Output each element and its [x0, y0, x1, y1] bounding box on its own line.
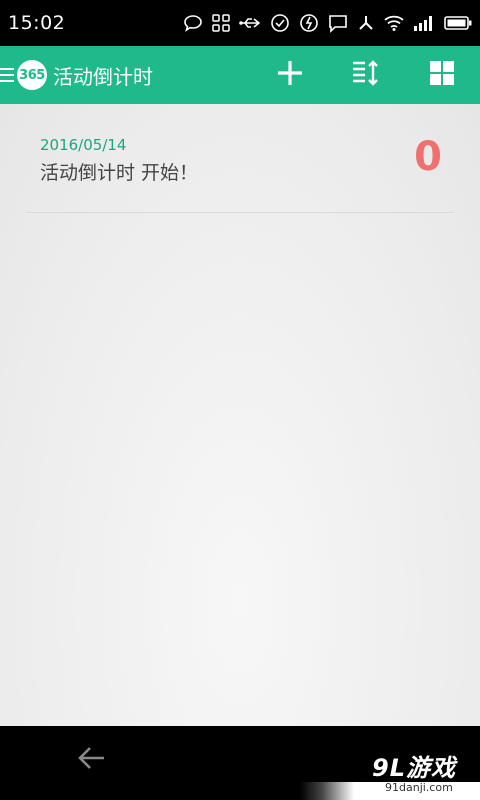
chat-bubble-icon	[183, 13, 203, 33]
app-logo: 365	[17, 60, 47, 90]
list-item[interactable]: 2016/05/14 活动倒计时 开始！ 0	[26, 104, 454, 213]
status-bar: 15:02	[0, 0, 480, 46]
signal-icon	[413, 15, 435, 31]
event-date: 2016/05/14	[40, 136, 127, 154]
app-title: 活动倒计时	[53, 64, 153, 89]
back-button[interactable]	[72, 740, 112, 776]
status-time: 15:02	[8, 12, 66, 34]
sort-icon	[352, 60, 380, 90]
message-icon	[328, 13, 348, 33]
watermark-logo: 9L游戏	[372, 754, 456, 782]
app-bar: 365 活动倒计时	[0, 46, 480, 104]
event-days-count: 0	[414, 134, 442, 180]
share-icon	[357, 14, 375, 32]
app-bar-actions	[252, 46, 480, 104]
event-name: 活动倒计时 开始！	[40, 162, 199, 184]
menu-icon[interactable]	[0, 68, 14, 82]
check-circle-icon	[270, 13, 290, 33]
grid-view-button[interactable]	[404, 46, 480, 104]
grid-view-icon	[429, 60, 455, 90]
battery-icon	[444, 15, 472, 31]
nav-bar: 9L游戏 91danji.com	[0, 726, 480, 800]
add-button[interactable]	[252, 46, 328, 104]
back-arrow-icon	[72, 747, 112, 780]
sort-button[interactable]	[328, 46, 404, 104]
wifi-icon	[384, 15, 404, 31]
apps-grid-icon	[212, 14, 230, 32]
status-icons	[183, 13, 472, 33]
add-icon	[277, 60, 303, 90]
watermark-url: 91danji.com	[385, 781, 453, 794]
sync-icon	[299, 13, 319, 33]
event-list: 2016/05/14 活动倒计时 开始！ 0	[0, 104, 480, 726]
usb-icon	[239, 16, 261, 30]
